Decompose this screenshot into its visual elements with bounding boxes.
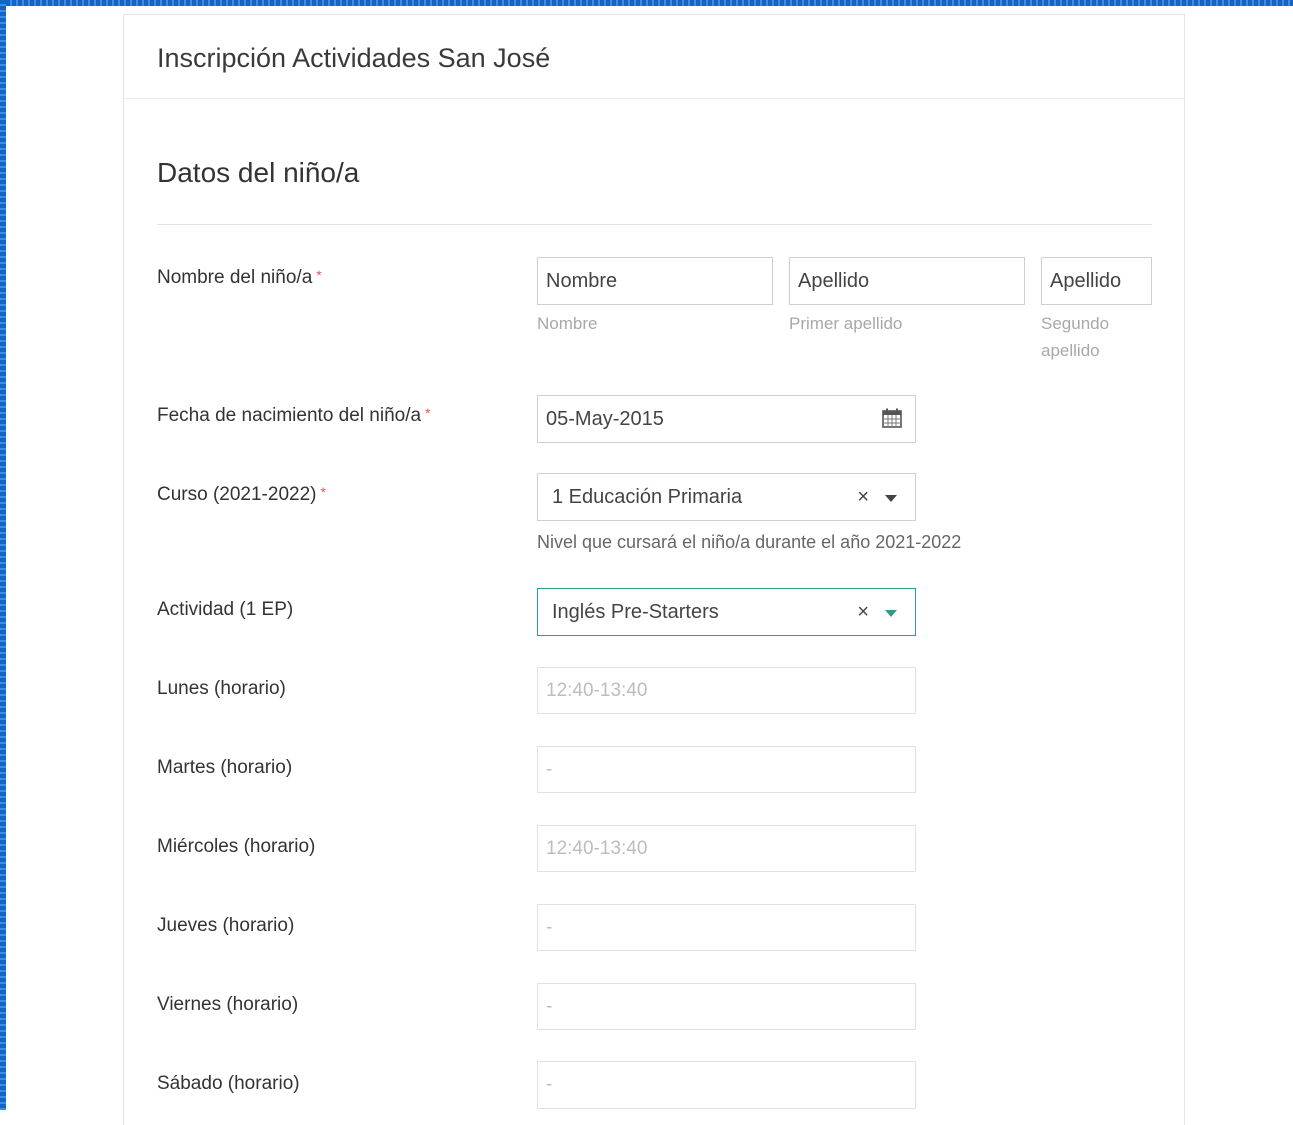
- browser-frame-top: [0, 0, 1293, 6]
- wednesday-schedule-value: 12:40-13:40: [546, 837, 648, 859]
- first-name-hint: Nombre: [537, 314, 598, 333]
- course-select[interactable]: 1 Educación Primaria ×: [537, 473, 916, 521]
- form-title: Inscripción Actividades San José: [157, 43, 551, 73]
- second-surname-input[interactable]: Apellido: [1041, 257, 1152, 305]
- second-surname-hint-line1: Segundo: [1041, 314, 1110, 333]
- child-name-label: Nombre del niño/a *: [157, 267, 322, 289]
- course-label: Curso (2021-2022) *: [157, 484, 326, 506]
- tuesday-schedule-field: -: [537, 746, 916, 793]
- first-name-input[interactable]: Nombre: [537, 257, 773, 305]
- wednesday-schedule-field: 12:40-13:40: [537, 825, 916, 872]
- activity-selected-value: Inglés Pre-Starters: [552, 600, 719, 623]
- birthdate-label-text: Fecha de nacimiento del niño/a: [157, 405, 422, 426]
- course-label-text: Curso (2021-2022): [157, 484, 317, 505]
- tuesday-schedule-value: -: [546, 758, 553, 780]
- second-surname-value: Apellido: [1050, 269, 1122, 292]
- section-divider: [157, 224, 1152, 225]
- required-marker: *: [316, 267, 322, 283]
- required-marker: *: [425, 405, 431, 421]
- form-header: Inscripción Actividades San José: [124, 15, 1184, 99]
- second-surname-hint-line2: apellido: [1041, 341, 1100, 360]
- course-help-text: Nivel que cursará el niño/a durante el a…: [537, 532, 962, 552]
- birthdate-value: 05-May-2015: [546, 407, 664, 430]
- tuesday-label: Martes (horario): [157, 757, 293, 778]
- monday-schedule-field: 12:40-13:40: [537, 667, 916, 714]
- course-clear-icon[interactable]: ×: [857, 486, 869, 509]
- course-chevron-down-icon[interactable]: [885, 495, 897, 502]
- child-name-label-text: Nombre del niño/a: [157, 267, 313, 288]
- saturday-schedule-field: -: [537, 1061, 916, 1109]
- form-card: Inscripción Actividades San José Datos d…: [123, 14, 1185, 1125]
- birthdate-input[interactable]: 05-May-2015: [537, 395, 916, 443]
- thursday-label: Jueves (horario): [157, 915, 295, 936]
- wednesday-label: Miércoles (horario): [157, 836, 316, 857]
- first-surname-input[interactable]: Apellido: [789, 257, 1025, 305]
- activity-clear-icon[interactable]: ×: [857, 601, 869, 624]
- first-surname-value: Apellido: [798, 269, 870, 292]
- first-surname-hint: Primer apellido: [789, 314, 903, 333]
- section-title: Datos del niño/a: [157, 157, 360, 188]
- birthdate-label: Fecha de nacimiento del niño/a *: [157, 405, 431, 427]
- course-selected-value: 1 Educación Primaria: [552, 485, 743, 508]
- second-surname-hint: Segundo apellido: [1041, 310, 1109, 364]
- required-marker: *: [320, 484, 326, 500]
- thursday-schedule-field: -: [537, 904, 916, 951]
- first-name-value: Nombre: [546, 269, 618, 292]
- monday-label: Lunes (horario): [157, 678, 286, 699]
- saturday-schedule-value: -: [546, 1074, 553, 1095]
- activity-label: Actividad (1 EP): [157, 599, 293, 621]
- friday-label: Viernes (horario): [157, 994, 299, 1015]
- friday-schedule-field: -: [537, 983, 916, 1030]
- activity-label-text: Actividad (1 EP): [157, 599, 294, 620]
- thursday-schedule-value: -: [546, 916, 553, 938]
- activity-chevron-down-icon[interactable]: [885, 610, 897, 617]
- calendar-icon[interactable]: [881, 407, 903, 429]
- activity-select[interactable]: Inglés Pre-Starters ×: [537, 588, 916, 636]
- browser-frame-left: [0, 0, 6, 1110]
- monday-schedule-value: 12:40-13:40: [546, 679, 648, 701]
- friday-schedule-value: -: [546, 995, 553, 1017]
- saturday-label: Sábado (horario): [157, 1073, 300, 1094]
